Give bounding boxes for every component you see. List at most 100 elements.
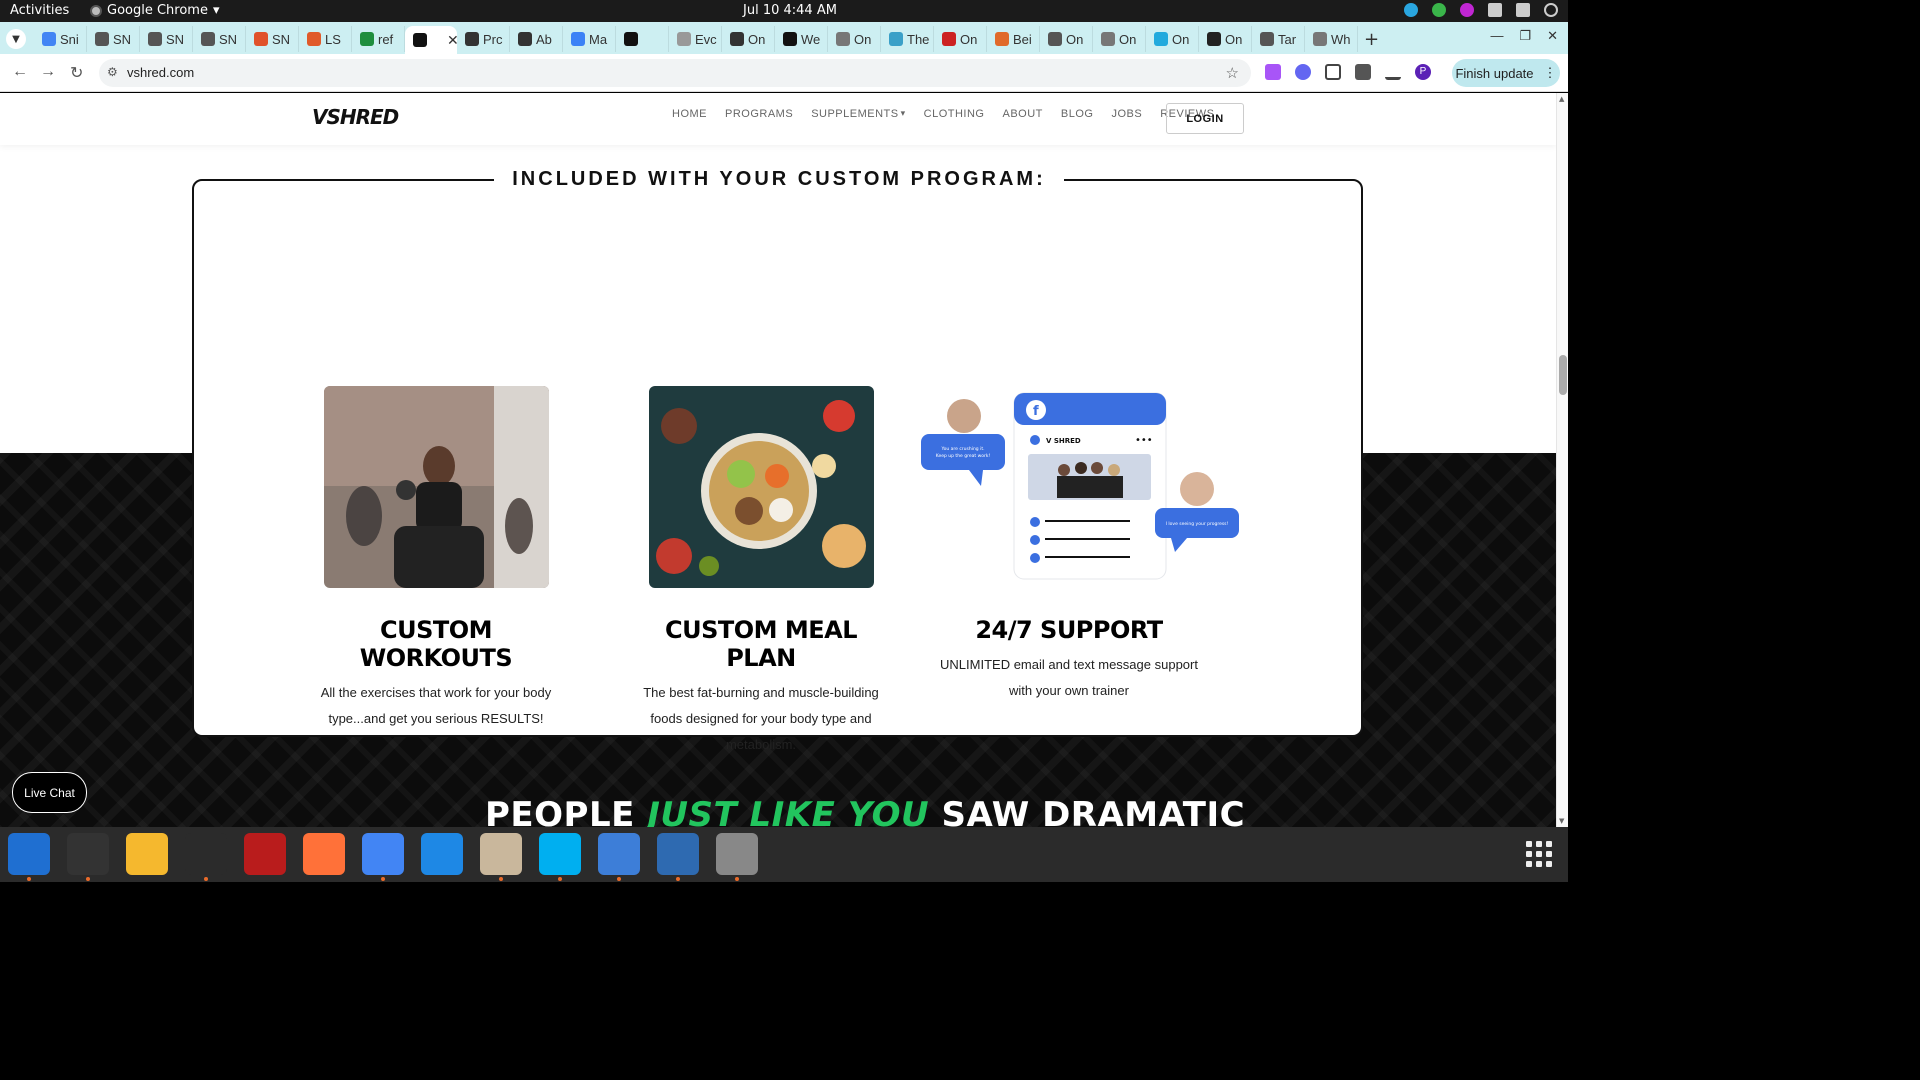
nav-item-supplements[interactable]: SUPPLEMENTS: [811, 108, 898, 120]
terminal-icon[interactable]: [67, 833, 109, 881]
power-icon[interactable]: [1544, 3, 1558, 17]
tab-favicon-icon: [730, 32, 744, 46]
login-button[interactable]: LOGIN: [1166, 103, 1244, 134]
running-indicator: [204, 877, 208, 881]
clock[interactable]: Jul 10 4:44 AM: [743, 3, 837, 18]
tab[interactable]: Evc: [669, 26, 722, 52]
reload-icon[interactable]: ↻: [70, 63, 83, 83]
text-editor-notes-icon[interactable]: [126, 833, 168, 875]
tab[interactable]: SN: [246, 26, 299, 52]
system-monitor-icon[interactable]: [185, 833, 227, 881]
scroll-up-icon[interactable]: ▲: [1559, 95, 1564, 103]
firefox-icon[interactable]: [303, 833, 345, 875]
volume-icon[interactable]: [1516, 3, 1530, 17]
profile-avatar[interactable]: P: [1415, 64, 1431, 80]
nav-item-about[interactable]: ABOUT: [1002, 108, 1042, 120]
nav-item-home[interactable]: HOME: [672, 108, 707, 120]
feature-title: CUSTOM WORKOUTS: [359, 616, 513, 672]
tab[interactable]: On: [1199, 26, 1252, 52]
tab[interactable]: Sni: [34, 26, 87, 52]
tab[interactable]: Prc: [457, 26, 510, 52]
bookmark-star-icon[interactable]: ☆: [1226, 64, 1239, 82]
tab[interactable]: On: [1040, 26, 1093, 52]
app-menu[interactable]: Google Chrome ▾: [90, 3, 220, 18]
scroll-down-icon[interactable]: ▼: [1559, 817, 1564, 825]
tab-label: On: [854, 31, 872, 47]
svg-text:You are crushing it.: You are crushing it.: [940, 446, 984, 452]
tab[interactable]: On: [828, 26, 881, 52]
tab-active[interactable]: ✕: [405, 26, 457, 54]
section-title: INCLUDED WITH YOUR CUSTOM PROGRAM:: [494, 168, 1064, 191]
site-logo[interactable]: VSHRED: [312, 105, 399, 129]
restore-icon[interactable]: ❐: [1519, 28, 1531, 44]
tray-app-icon[interactable]: [1460, 3, 1474, 17]
site-info-icon[interactable]: ⚙: [107, 65, 118, 79]
tab[interactable]: On: [1093, 26, 1146, 52]
tray-app-icon[interactable]: [1404, 3, 1418, 17]
tab-favicon-icon: [148, 32, 162, 46]
chrome-icon[interactable]: [362, 833, 404, 881]
finish-update-button[interactable]: Finish update ⋮: [1452, 59, 1560, 87]
tab[interactable]: The: [881, 26, 934, 52]
new-tab-button[interactable]: +: [1364, 29, 1379, 50]
activities-button[interactable]: Activities: [10, 3, 69, 18]
feature-title: 24/7 SUPPORT: [975, 616, 1163, 644]
tab[interactable]: ref: [352, 26, 405, 52]
running-indicator: [735, 877, 739, 881]
live-chat-button[interactable]: Live Chat: [12, 772, 87, 813]
scrollbar-thumb[interactable]: [1559, 355, 1567, 395]
extension-pen-icon[interactable]: [1265, 64, 1281, 80]
tab[interactable]: Tar: [1252, 26, 1305, 52]
download-icon[interactable]: [1385, 64, 1401, 80]
tab[interactable]: [616, 26, 669, 52]
tab[interactable]: Bei: [987, 26, 1040, 52]
tab[interactable]: Ma: [563, 26, 616, 52]
nav-item-jobs[interactable]: JOBS: [1111, 108, 1142, 120]
nav-item-clothing[interactable]: CLOTHING: [924, 108, 985, 120]
minimize-icon[interactable]: —: [1490, 28, 1503, 44]
tab-search-button[interactable]: ▼: [6, 29, 26, 49]
files-icon[interactable]: [480, 833, 522, 881]
libreoffice-writer-icon[interactable]: [657, 833, 699, 881]
tab[interactable]: Ab: [510, 26, 563, 52]
vscode-icon[interactable]: [421, 833, 463, 875]
forward-icon[interactable]: →: [40, 63, 56, 81]
tab[interactable]: SN: [140, 26, 193, 52]
address-bar[interactable]: ⚙ vshred.com ☆: [99, 59, 1251, 87]
tab-close-icon[interactable]: ✕: [447, 32, 457, 49]
filezilla-icon[interactable]: [244, 833, 286, 875]
tab[interactable]: On: [722, 26, 775, 52]
media-controls-icon[interactable]: [1355, 64, 1371, 80]
tab[interactable]: SN: [193, 26, 246, 52]
close-icon[interactable]: ✕: [1547, 28, 1558, 44]
tab-label: ref: [378, 31, 394, 47]
tab-favicon-icon: [1313, 32, 1327, 46]
page-scrollbar[interactable]: ▲ ▼: [1556, 93, 1568, 827]
extension-gear-icon[interactable]: [1295, 64, 1311, 80]
system-tray[interactable]: [1404, 3, 1558, 17]
extensions-puzzle-icon[interactable]: [1325, 64, 1341, 80]
tab[interactable]: LS: [299, 26, 352, 52]
back-icon[interactable]: ←: [12, 63, 28, 81]
tab[interactable]: On: [934, 26, 987, 52]
url-text[interactable]: vshred.com: [127, 65, 194, 80]
tab-label: SN: [113, 31, 132, 47]
tab[interactable]: SN: [87, 26, 140, 52]
taskbar-dock: [0, 827, 1568, 882]
thunderbird-icon[interactable]: [8, 833, 50, 881]
show-apps-icon[interactable]: [1526, 841, 1552, 867]
network-icon[interactable]: [1488, 3, 1502, 17]
text-editor-icon[interactable]: [598, 833, 640, 881]
tab-favicon-icon: [677, 32, 691, 46]
disk-utility-icon[interactable]: [716, 833, 758, 881]
nav-item-programs[interactable]: PROGRAMS: [725, 108, 793, 120]
nav-item-blog[interactable]: BLOG: [1061, 108, 1094, 120]
tray-app-icon[interactable]: [1432, 3, 1446, 17]
tab[interactable]: We: [775, 26, 828, 52]
site-nav: HOME PROGRAMS SUPPLEMENTS ▾ CLOTHING ABOUT BLO…: [672, 108, 1214, 120]
tab[interactable]: On: [1146, 26, 1199, 52]
chevron-down-icon: ▾: [212, 3, 220, 18]
tab[interactable]: Wh: [1305, 26, 1358, 52]
tab-label: Ab: [536, 31, 552, 47]
skype-icon[interactable]: [539, 833, 581, 881]
